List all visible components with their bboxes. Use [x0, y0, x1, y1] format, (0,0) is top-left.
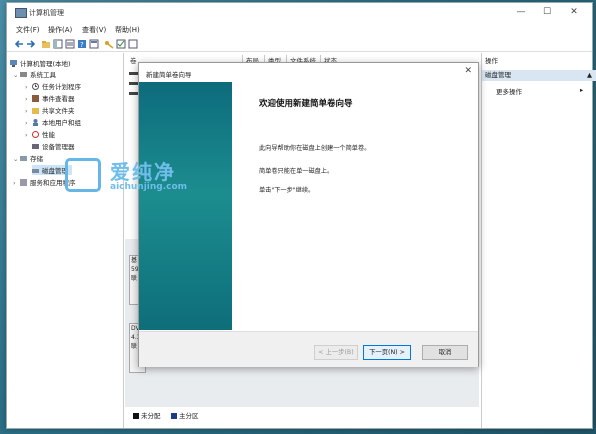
checklist-icon[interactable]: [116, 39, 126, 49]
chevron-right-icon[interactable]: ›: [25, 83, 32, 91]
tree-event-viewer[interactable]: › 事件查看器: [25, 93, 75, 103]
collapse-arrow-icon[interactable]: ▲: [587, 70, 592, 81]
wizard-text-2: 简单卷只能在单一磁盘上。: [259, 168, 334, 175]
tree-storage-label: 存储: [30, 155, 43, 163]
primary-swatch: [171, 413, 177, 419]
disk-icon: [32, 169, 39, 173]
tree-root-label: 计算机管理(本地): [20, 60, 71, 68]
tools-icon: [20, 72, 27, 77]
close-button[interactable]: ✕: [563, 6, 585, 19]
new-simple-volume-wizard: 新建简单卷向导 ✕ 欢迎使用新建简单卷向导 此向导帮助你在磁盘上创建一个简单卷。…: [138, 62, 479, 367]
tree-system-tools[interactable]: ⌄ 系统工具: [13, 69, 56, 79]
actions-selected-label: 磁盘管理: [485, 71, 511, 79]
tree-performance[interactable]: › 性能: [25, 129, 55, 139]
folder-up-icon[interactable]: [41, 39, 51, 49]
chevron-right-icon: ▸: [580, 86, 584, 94]
cancel-button[interactable]: 取消: [422, 345, 468, 360]
menu-action[interactable]: 操作(A): [48, 25, 72, 35]
console-icon[interactable]: [89, 39, 99, 49]
legend-primary: 主分区: [171, 410, 199, 420]
menu-bar: 文件(F) 操作(A) 查看(V) 帮助(H): [7, 22, 592, 36]
minimize-button[interactable]: —: [510, 6, 532, 19]
services-icon: [20, 179, 27, 186]
tree-event-viewer-label: 事件查看器: [42, 95, 75, 103]
computer-management-icon: [15, 8, 27, 18]
legend-primary-label: 主分区: [179, 412, 199, 420]
wizard-text-1: 此向导帮助你在磁盘上创建一个简单卷。: [259, 145, 371, 152]
shared-folder-icon: [32, 108, 39, 114]
wizard-text-3: 单击"下一步"继续。: [259, 187, 315, 194]
watermark-brand: 爱纯净: [110, 160, 176, 184]
back-button[interactable]: < 上一步(B): [314, 345, 358, 360]
show-hide-tree-icon[interactable]: [53, 39, 63, 49]
wizard-side-banner: [139, 82, 232, 330]
svg-text:?: ?: [80, 41, 84, 49]
chevron-right-icon[interactable]: ›: [25, 107, 32, 115]
legend-unallocated: 未分配: [133, 410, 161, 420]
maximize-button[interactable]: ☐: [536, 6, 558, 19]
actions-pane: 操作 磁盘管理 ▲ 更多操作 ▸: [481, 53, 596, 428]
menu-help[interactable]: 帮助(H): [115, 25, 140, 35]
tree-system-tools-label: 系统工具: [30, 71, 56, 79]
tree-device-manager-label: 设备管理器: [42, 143, 75, 151]
storage-icon: [20, 156, 27, 161]
tree-local-users[interactable]: › 本地用户和组: [25, 117, 81, 127]
more-actions-label: 更多操作: [496, 88, 522, 96]
tree-task-scheduler-label: 任务计划程序: [42, 83, 81, 91]
chevron-right-icon[interactable]: ›: [25, 119, 32, 127]
back-arrow-icon[interactable]: [14, 39, 24, 49]
help-icon[interactable]: ?: [77, 39, 87, 49]
legend: 未分配 主分区: [125, 408, 479, 420]
toolbar: ?: [7, 37, 592, 52]
navigation-tree: 计算机管理(本地) ⌄ 系统工具 › 任务计划程序 › 事件查看器 › 共享文件夹 › 本…: [7, 53, 124, 428]
event-viewer-icon: [32, 95, 39, 102]
performance-icon: [32, 131, 39, 138]
device-manager-icon: [32, 144, 39, 149]
watermark: 爱纯净 aichunjing.com: [65, 158, 215, 198]
title-bar: 计算机管理 — ☐ ✕: [7, 3, 592, 22]
wizard-button-bar: < 上一步(B) 下一页(N) > 取消: [139, 331, 478, 367]
wizard-close-button[interactable]: ✕: [464, 66, 472, 76]
tree-local-users-label: 本地用户和组: [42, 119, 81, 127]
unallocated-swatch: [133, 413, 139, 419]
window-title: 计算机管理: [29, 9, 64, 17]
tree-root[interactable]: 计算机管理(本地): [10, 58, 71, 68]
properties-icon[interactable]: [65, 39, 75, 49]
clock-icon: [32, 83, 39, 90]
tree-task-scheduler[interactable]: › 任务计划程序: [25, 81, 81, 91]
chevron-down-icon[interactable]: ⌄: [13, 71, 20, 79]
watermark-logo: [65, 158, 101, 192]
forward-arrow-icon[interactable]: [26, 39, 36, 49]
watermark-url: aichunjing.com: [110, 182, 188, 192]
chevron-right-icon[interactable]: ›: [25, 131, 32, 139]
wizard-heading: 欢迎使用新建简单卷向导: [259, 99, 353, 109]
actions-header: 操作: [485, 57, 498, 65]
menu-file[interactable]: 文件(F): [16, 25, 40, 35]
actions-disk-management[interactable]: 磁盘管理 ▲: [482, 70, 596, 81]
chevron-right-icon[interactable]: ›: [25, 95, 32, 103]
chevron-right-icon[interactable]: ›: [13, 179, 20, 187]
more-actions[interactable]: 更多操作 ▸: [496, 86, 583, 96]
menu-view[interactable]: 查看(V): [82, 25, 106, 35]
users-icon: [33, 119, 38, 126]
next-button[interactable]: 下一页(N) >: [363, 345, 411, 360]
view-icon[interactable]: [128, 39, 138, 49]
tree-shared-folders-label: 共享文件夹: [42, 107, 75, 115]
wizard-title: 新建简单卷向导: [146, 71, 192, 79]
tree-device-manager[interactable]: 设备管理器: [32, 141, 75, 151]
tree-performance-label: 性能: [42, 131, 55, 139]
computer-icon: [10, 60, 17, 67]
key-icon[interactable]: [104, 39, 114, 49]
tree-storage[interactable]: ⌄ 存储: [13, 153, 43, 163]
chevron-down-icon[interactable]: ⌄: [13, 155, 20, 163]
legend-unallocated-label: 未分配: [141, 412, 161, 420]
tree-shared-folders[interactable]: › 共享文件夹: [25, 105, 75, 115]
